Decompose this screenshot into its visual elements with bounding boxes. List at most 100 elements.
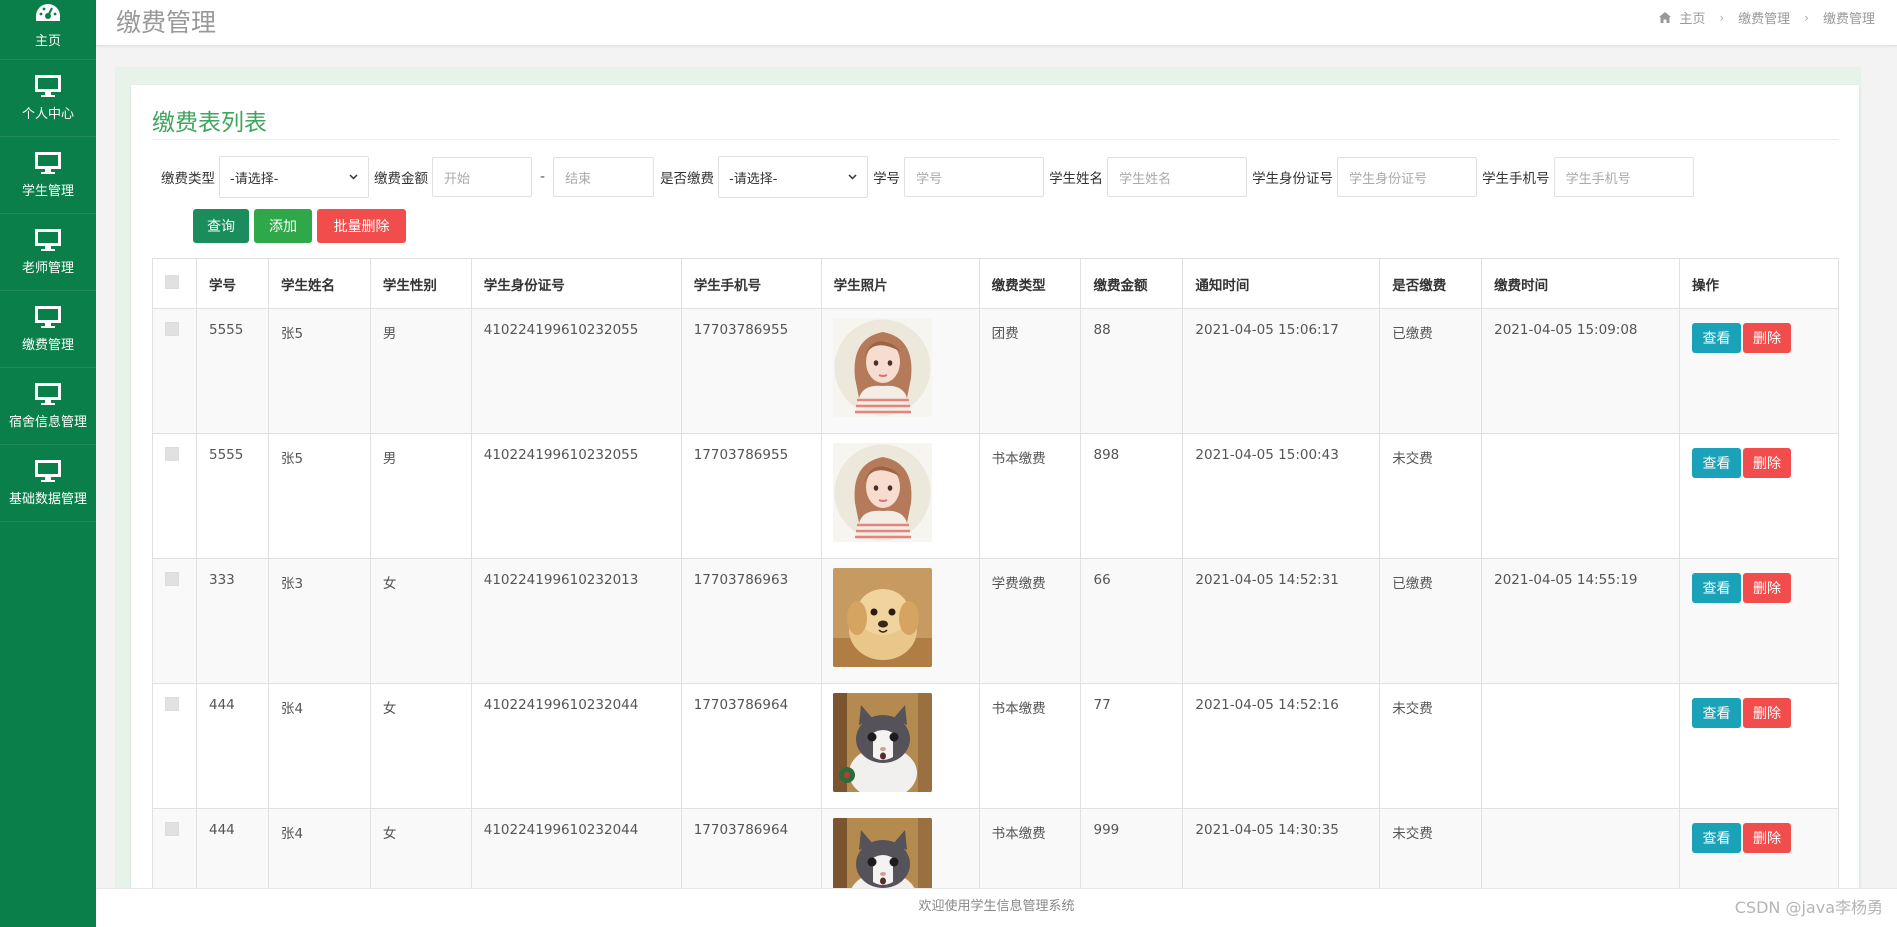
row-actions: 查看 删除 [1691,323,1826,353]
action-buttons: 查询 添加 批量删除 [193,209,406,243]
fee-list-card: 缴费表列表 缴费类型 -请选择- 缴费金额 开始 - 结束 是否缴费 -请选择-… [131,85,1859,927]
actions-cell: 查看 删除 [1678,558,1840,684]
chevron-down-icon [349,174,358,180]
monitor-icon [35,460,61,482]
student-no-cell: 5555 [195,433,269,559]
column-header: 缴费类型 [978,258,1082,309]
student-name-cell: 张3 [267,558,371,684]
table-row: 5555 张5 男 410224199610232055 17703786955 书本缴… [152,433,1840,559]
delete-button[interactable]: 删除 [1742,323,1791,353]
select-all-checkbox[interactable] [165,274,179,289]
paid-select-value: -请选择- [729,171,778,187]
sidebar-item-label: 学生管理 [21,184,74,199]
actions-cell: 查看 删除 [1678,683,1840,809]
card-title: 缴费表列表 [152,110,267,136]
amount-start-input[interactable]: 开始 [432,157,532,197]
student-name-input[interactable]: 学生姓名 [1107,157,1248,197]
fee-type-cell: 书本缴费 [978,433,1082,559]
row-actions: 查看 删除 [1691,573,1826,603]
view-button[interactable]: 查看 [1691,323,1741,353]
row-checkbox[interactable] [165,572,179,586]
breadcrumb-separator: › [1719,10,1725,25]
notify-time-cell: 2021-04-05 14:52:16 [1182,683,1381,809]
batch-delete-button[interactable]: 批量删除 [317,209,406,243]
sidebar-item-students[interactable]: 学生管理 [0,137,96,214]
sidebar-item-teachers[interactable]: 老师管理 [0,214,96,291]
chevron-down-icon [848,174,857,180]
student-photo [832,568,932,667]
fee-type-label: 缴费类型 [161,171,215,187]
paid-status-cell: 已缴费 [1379,308,1483,434]
row-checkbox[interactable] [165,822,179,836]
notify-time-cell: 2021-04-05 14:52:31 [1182,558,1381,684]
column-header: 学号 [195,258,269,309]
column-header: 通知时间 [1182,258,1381,309]
photo-cell [820,308,980,434]
student-name-cell: 张4 [267,683,371,809]
delete-button[interactable]: 删除 [1742,448,1791,478]
column-header: 操作 [1678,258,1840,309]
sidebar-item-label: 基础数据管理 [8,492,87,507]
gender-cell: 男 [369,433,472,559]
student-no-input[interactable]: 学号 [904,157,1045,197]
fee-type-select[interactable]: -请选择- [219,156,369,198]
amount-cell: 77 [1080,683,1184,809]
select-cell [152,308,197,434]
delete-button[interactable]: 删除 [1742,573,1791,603]
sidebar-item-label: 宿舍信息管理 [8,415,87,430]
row-checkbox[interactable] [165,697,179,711]
student-no-cell: 333 [195,558,269,684]
fee-type-cell: 团费 [978,308,1082,434]
amount-label: 缴费金额 [374,171,428,187]
breadcrumb-item[interactable]: 缴费管理 [1738,8,1790,27]
sidebar-item-profile[interactable]: 个人中心 [0,60,96,137]
watermark: CSDN @java李杨勇 [1734,898,1883,917]
sidebar-item-label: 个人中心 [21,107,74,122]
sidebar-item-home[interactable]: 主页 [0,0,96,60]
column-header: 学生姓名 [267,258,371,309]
id-card-input[interactable]: 学生身份证号 [1337,157,1478,197]
breadcrumb-separator: › [1804,10,1809,25]
delete-button[interactable]: 删除 [1742,698,1791,728]
view-button[interactable]: 查看 [1691,573,1741,603]
home-icon [1659,12,1672,23]
divider [152,139,1838,140]
query-button[interactable]: 查询 [193,209,249,243]
select-cell [152,683,197,809]
breadcrumb-home[interactable]: 主页 [1679,8,1705,27]
fee-type-select-value: -请选择- [230,171,279,187]
sidebar-item-basic-data[interactable]: 基础数据管理 [0,445,96,522]
gender-cell: 女 [369,683,472,809]
fee-table: 学号 学生姓名 学生性别 学生身份证号 学生手机号 学生照片 缴费类型 缴费金额… [152,258,1840,927]
sidebar: 主页 个人中心 学生管理 老师管理 缴费管理 宿舍信息管理 基础数据管理 [0,0,96,927]
paid-status-cell: 已缴费 [1379,558,1483,684]
phone-cell: 17703786955 [680,433,822,559]
id-card-cell: 410224199610232044 [470,683,682,809]
student-no-cell: 5555 [195,308,269,434]
column-header: 缴费金额 [1080,258,1184,309]
sidebar-item-dormitory[interactable]: 宿舍信息管理 [0,368,96,445]
row-actions: 查看 删除 [1691,448,1826,478]
table-header-row: 学号 学生姓名 学生性别 学生身份证号 学生手机号 学生照片 缴费类型 缴费金额… [152,258,1840,309]
column-header: 是否缴费 [1379,258,1483,309]
row-actions: 查看 删除 [1691,698,1826,728]
column-header: 学生照片 [820,258,980,309]
row-checkbox[interactable] [165,447,179,461]
view-button[interactable]: 查看 [1691,448,1741,478]
row-checkbox[interactable] [165,322,179,336]
student-name-cell: 张5 [267,308,371,434]
actions-cell: 查看 删除 [1678,433,1840,559]
amount-end-input[interactable]: 结束 [553,157,655,197]
sidebar-item-fees[interactable]: 缴费管理 [0,291,96,368]
paid-select[interactable]: -请选择- [718,156,869,198]
delete-button[interactable]: 删除 [1742,823,1791,853]
view-button[interactable]: 查看 [1691,698,1741,728]
gender-cell: 女 [369,558,472,684]
phone-input[interactable]: 学生手机号 [1553,157,1694,197]
page-title: 缴费管理 [116,8,217,37]
student-photo [832,318,932,417]
monitor-icon [35,229,61,251]
view-button[interactable]: 查看 [1691,823,1741,853]
add-button[interactable]: 添加 [254,209,312,243]
paid-status-cell: 未交费 [1379,683,1483,809]
